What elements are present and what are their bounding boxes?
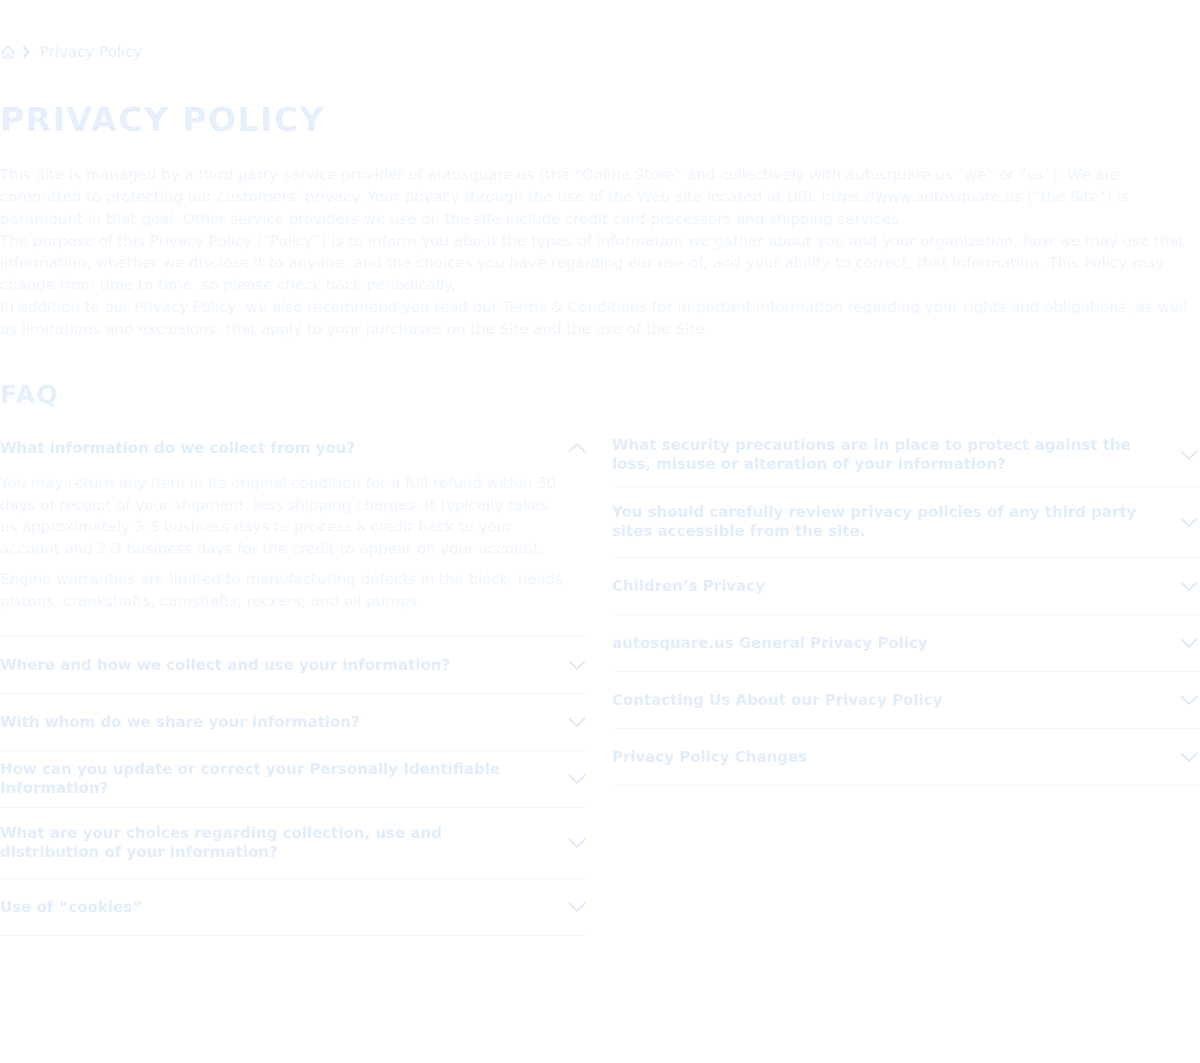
intro-paragraph: The purpose of this Privacy Policy (“Pol… — [0, 232, 1185, 294]
breadcrumb: Privacy Policy — [0, 42, 142, 62]
faq-question-button[interactable]: Use of “cookies” — [0, 879, 588, 935]
faq-answer-paragraph: Engine warranties are limited to manufac… — [0, 570, 568, 610]
breadcrumb-current[interactable]: Privacy Policy — [40, 43, 142, 61]
faq-question-text: How can you update or correct your Perso… — [0, 760, 501, 797]
faq-item: Privacy Policy Changes — [612, 729, 1200, 786]
faq-item: What security precautions are in place t… — [612, 424, 1200, 487]
faq-item: What information do we collect from you?… — [0, 424, 588, 637]
chevron-up-icon[interactable] — [566, 441, 588, 455]
faq-item: Where and how we collect and use your in… — [0, 637, 588, 694]
faq-question-text: Where and how we collect and use your in… — [0, 655, 451, 674]
faq-question-button[interactable]: What information do we collect from you? — [0, 424, 588, 472]
chevron-down-icon[interactable] — [1178, 579, 1200, 593]
chevron-down-icon[interactable] — [1178, 636, 1200, 650]
page-title: PRIVACY POLICY — [0, 100, 325, 139]
faq-question-button[interactable]: What security precautions are in place t… — [612, 424, 1200, 486]
chevron-right-icon — [22, 45, 34, 59]
faq-item: You should carefully review privacy poli… — [612, 487, 1200, 558]
chevron-down-icon[interactable] — [1178, 448, 1200, 462]
faq-question-text: You should carefully review privacy poli… — [612, 503, 1137, 540]
faq-heading: FAQ — [0, 380, 60, 409]
faq-item: What are your choices regarding collecti… — [0, 808, 588, 879]
intro-text: This Site is managed by a third party se… — [0, 164, 1190, 340]
faq-question-text: Children’s Privacy — [612, 576, 765, 595]
faq-question-text: What security precautions are in place t… — [612, 436, 1131, 473]
chevron-down-icon[interactable] — [566, 715, 588, 729]
faq-question-text: autosquare.us General Privacy Policy — [612, 633, 928, 652]
chevron-down-icon[interactable] — [1178, 515, 1200, 529]
intro-paragraph: This Site is managed by a third party se… — [0, 166, 1130, 228]
faq-question-button[interactable]: Privacy Policy Changes — [612, 729, 1200, 785]
faq-question-button[interactable]: autosquare.us General Privacy Policy — [612, 615, 1200, 671]
chevron-down-icon[interactable] — [566, 836, 588, 850]
faq-question-text: Privacy Policy Changes — [612, 747, 808, 766]
faq-column-right: What security precautions are in place t… — [612, 424, 1200, 786]
faq-question-text: With whom do we share your information? — [0, 712, 360, 731]
chevron-down-icon[interactable] — [566, 658, 588, 672]
faq-question-text: Contacting Us About our Privacy Policy — [612, 690, 943, 709]
chevron-down-icon[interactable] — [1178, 750, 1200, 764]
privacy-policy-page: Privacy Policy PRIVACY POLICY This Site … — [0, 0, 1200, 1063]
faq-question-button[interactable]: What are your choices regarding collecti… — [0, 808, 588, 878]
faq-question-text: Use of “cookies” — [0, 897, 142, 916]
faq-column-left: What information do we collect from you?… — [0, 424, 588, 936]
faq-answer-paragraph: You may return any item in its original … — [0, 474, 556, 558]
home-icon[interactable] — [0, 44, 16, 60]
faq-item: How can you update or correct your Perso… — [0, 751, 588, 808]
chevron-down-icon[interactable] — [566, 900, 588, 914]
chevron-down-icon[interactable] — [1178, 693, 1200, 707]
faq-answer: You may return any item in its original … — [0, 472, 588, 636]
intro-paragraph: In addition to our Privacy Policy, we al… — [0, 298, 1188, 338]
faq-item: With whom do we share your information? — [0, 694, 588, 751]
faq-question-button[interactable]: Contacting Us About our Privacy Policy — [612, 672, 1200, 728]
faq-question-button[interactable]: Where and how we collect and use your in… — [0, 637, 588, 693]
faq-question-button[interactable]: Children’s Privacy — [612, 558, 1200, 614]
faq-question-text: What information do we collect from you? — [0, 438, 356, 457]
faq-question-button[interactable]: You should carefully review privacy poli… — [612, 487, 1200, 557]
faq-question-text: What are your choices regarding collecti… — [0, 824, 442, 861]
chevron-down-icon[interactable] — [566, 772, 588, 786]
faq-item: Children’s Privacy — [612, 558, 1200, 615]
faq-item: Contacting Us About our Privacy Policy — [612, 672, 1200, 729]
faq-item: autosquare.us General Privacy Policy — [612, 615, 1200, 672]
faq-item: Use of “cookies” — [0, 879, 588, 936]
faq-question-button[interactable]: With whom do we share your information? — [0, 694, 588, 750]
faq-question-button[interactable]: How can you update or correct your Perso… — [0, 751, 588, 807]
